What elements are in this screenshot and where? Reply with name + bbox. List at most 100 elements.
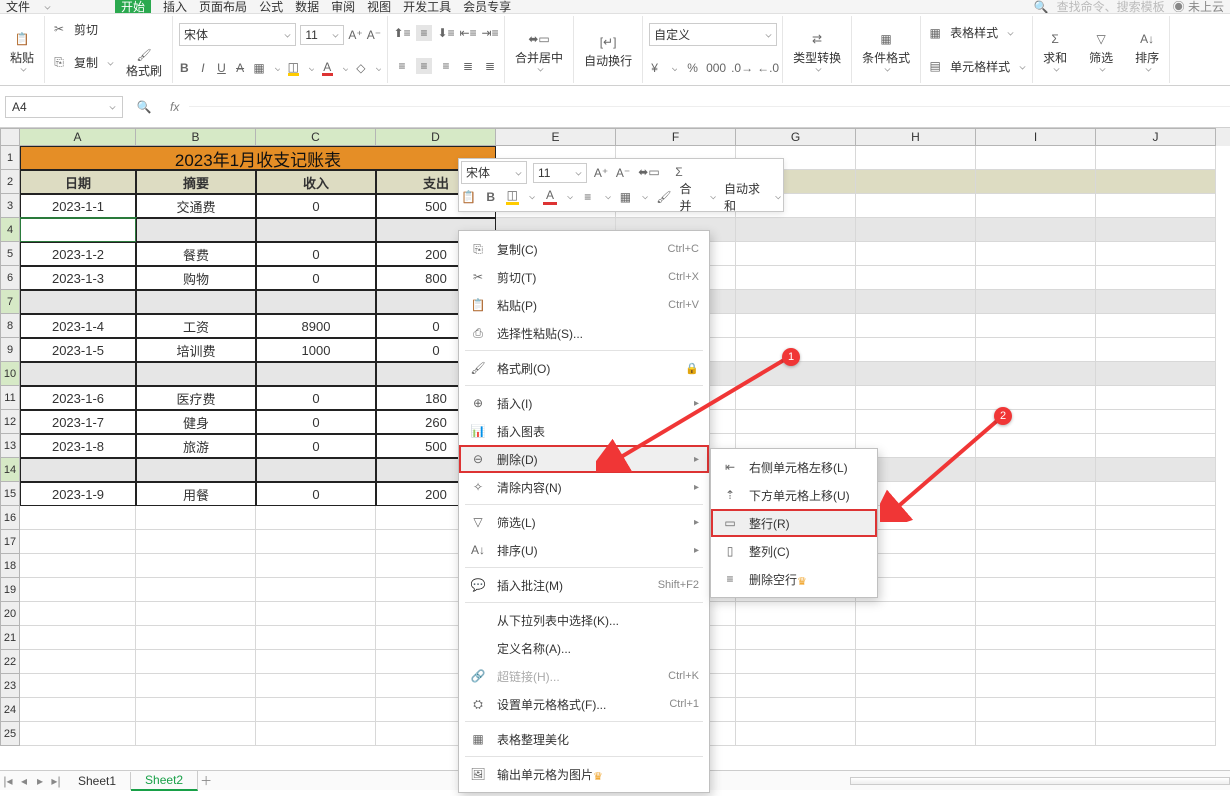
menu-file[interactable]: 文件 xyxy=(6,0,30,14)
cell[interactable] xyxy=(976,554,1096,578)
indent-inc-icon[interactable]: ⇥≡ xyxy=(482,25,498,41)
sort-button[interactable]: A↓排序 xyxy=(1131,25,1163,74)
cell[interactable] xyxy=(1096,434,1216,458)
cell[interactable] xyxy=(1096,194,1216,218)
ctx-clear[interactable]: ✧清除内容(N)▸ xyxy=(459,473,709,501)
row-header[interactable]: 10 xyxy=(0,362,20,386)
align-bottom-icon[interactable]: ⬇≡ xyxy=(438,25,454,41)
ctx-define-name[interactable]: 定义名称(A)... xyxy=(459,634,709,662)
cell[interactable]: 收入 xyxy=(256,170,376,194)
cell[interactable] xyxy=(20,602,136,626)
col-D[interactable]: D xyxy=(376,128,496,146)
fill-button[interactable]: ◫ xyxy=(288,60,299,76)
cell[interactable] xyxy=(1096,698,1216,722)
row-header[interactable]: 6 xyxy=(0,266,20,290)
fx-icon[interactable]: fx xyxy=(170,100,179,114)
ctx-comment[interactable]: 💬插入批注(M)Shift+F2 xyxy=(459,571,709,599)
cell[interactable] xyxy=(976,626,1096,650)
paste-button[interactable]: 📋 粘贴 xyxy=(6,25,38,74)
mini-sum-label[interactable]: 自动求和 xyxy=(724,180,765,214)
col-A[interactable]: A xyxy=(20,128,136,146)
ctx-cell-format[interactable]: ⛭设置单元格格式(F)...Ctrl+1 xyxy=(459,690,709,718)
tab-sheet1[interactable]: Sheet1 xyxy=(64,772,131,790)
cell[interactable] xyxy=(20,554,136,578)
cell[interactable] xyxy=(976,482,1096,506)
cell[interactable] xyxy=(136,290,256,314)
sheet-nav-first[interactable]: |◂ xyxy=(0,774,16,788)
cell[interactable] xyxy=(136,458,256,482)
cell[interactable] xyxy=(256,530,376,554)
cell[interactable] xyxy=(1096,218,1216,242)
row-header[interactable]: 17 xyxy=(0,530,20,554)
cell[interactable] xyxy=(856,242,976,266)
cell[interactable] xyxy=(20,506,136,530)
cell[interactable] xyxy=(856,674,976,698)
select-all-corner[interactable] xyxy=(0,128,20,146)
cell[interactable] xyxy=(1096,170,1216,194)
row-header[interactable]: 3 xyxy=(0,194,20,218)
currency-icon[interactable]: ¥ xyxy=(649,60,660,76)
cell[interactable] xyxy=(1096,458,1216,482)
cell[interactable] xyxy=(20,674,136,698)
row-header[interactable]: 13 xyxy=(0,434,20,458)
cell[interactable]: 2023-1-3 xyxy=(20,266,136,290)
cut-button[interactable]: 剪切 xyxy=(71,19,101,40)
row-header[interactable]: 11 xyxy=(0,386,20,410)
ctx-hyperlink[interactable]: 🔗超链接(H)...Ctrl+K xyxy=(459,662,709,690)
font-combo[interactable]: 宋体 xyxy=(179,23,296,46)
underline-button[interactable]: U xyxy=(216,60,227,76)
cell[interactable] xyxy=(976,458,1096,482)
cell[interactable] xyxy=(136,626,256,650)
filter-button[interactable]: ▽筛选 xyxy=(1085,25,1117,74)
col-G[interactable]: G xyxy=(736,128,856,146)
mini-merge-label[interactable]: 合并 xyxy=(680,180,700,214)
cell[interactable]: 摘要 xyxy=(136,170,256,194)
cell[interactable] xyxy=(256,458,376,482)
comma-icon[interactable]: 000 xyxy=(708,60,724,76)
cell[interactable] xyxy=(736,698,856,722)
col-B[interactable]: B xyxy=(136,128,256,146)
row-header[interactable]: 14 xyxy=(0,458,20,482)
row-header[interactable]: 7 xyxy=(0,290,20,314)
cell[interactable] xyxy=(976,194,1096,218)
cell[interactable]: 医疗费 xyxy=(136,386,256,410)
cell[interactable] xyxy=(256,290,376,314)
row-header[interactable]: 21 xyxy=(0,626,20,650)
mini-merge-button[interactable]: ⬌▭ xyxy=(637,163,661,183)
cell[interactable]: 2023-1-1 xyxy=(20,194,136,218)
cell[interactable]: 2023-1-6 xyxy=(20,386,136,410)
cell[interactable] xyxy=(256,578,376,602)
mini-fmtpaint-icon[interactable]: 🖌 xyxy=(656,189,671,205)
cell[interactable]: 0 xyxy=(256,386,376,410)
mini-font-combo[interactable]: 宋体 xyxy=(461,161,527,184)
row-header[interactable]: 20 xyxy=(0,602,20,626)
col-I[interactable]: I xyxy=(976,128,1096,146)
font-grow-icon[interactable]: A⁺ xyxy=(348,27,362,43)
ctx-cut[interactable]: ✂剪切(T)Ctrl+X xyxy=(459,263,709,291)
col-E[interactable]: E xyxy=(496,128,616,146)
cell[interactable]: 健身 xyxy=(136,410,256,434)
font-shrink-icon[interactable]: A⁻ xyxy=(367,27,381,43)
row-header[interactable]: 5 xyxy=(0,242,20,266)
cell[interactable] xyxy=(976,530,1096,554)
cell[interactable] xyxy=(976,170,1096,194)
cell[interactable] xyxy=(976,578,1096,602)
mini-align-button[interactable]: ≡ xyxy=(581,189,595,205)
cell[interactable]: 2023-1-5 xyxy=(20,338,136,362)
cell[interactable] xyxy=(976,290,1096,314)
indent-dec-icon[interactable]: ⇤≡ xyxy=(460,25,476,41)
format-painter-button[interactable]: 🖌 格式刷 xyxy=(122,46,166,80)
number-format-combo[interactable]: 自定义 xyxy=(649,23,777,46)
tab-layout[interactable]: 页面布局 xyxy=(199,0,247,14)
cell[interactable] xyxy=(136,362,256,386)
cell[interactable] xyxy=(856,410,976,434)
row-header[interactable]: 8 xyxy=(0,314,20,338)
cell[interactable] xyxy=(976,386,1096,410)
cell[interactable] xyxy=(256,722,376,746)
ctx-copy[interactable]: ⎘复制(C)Ctrl+C xyxy=(459,235,709,263)
cell[interactable] xyxy=(736,266,856,290)
cell[interactable]: 0 xyxy=(256,194,376,218)
cell[interactable] xyxy=(736,290,856,314)
cell[interactable] xyxy=(136,722,256,746)
tab-data[interactable]: 数据 xyxy=(295,0,319,14)
